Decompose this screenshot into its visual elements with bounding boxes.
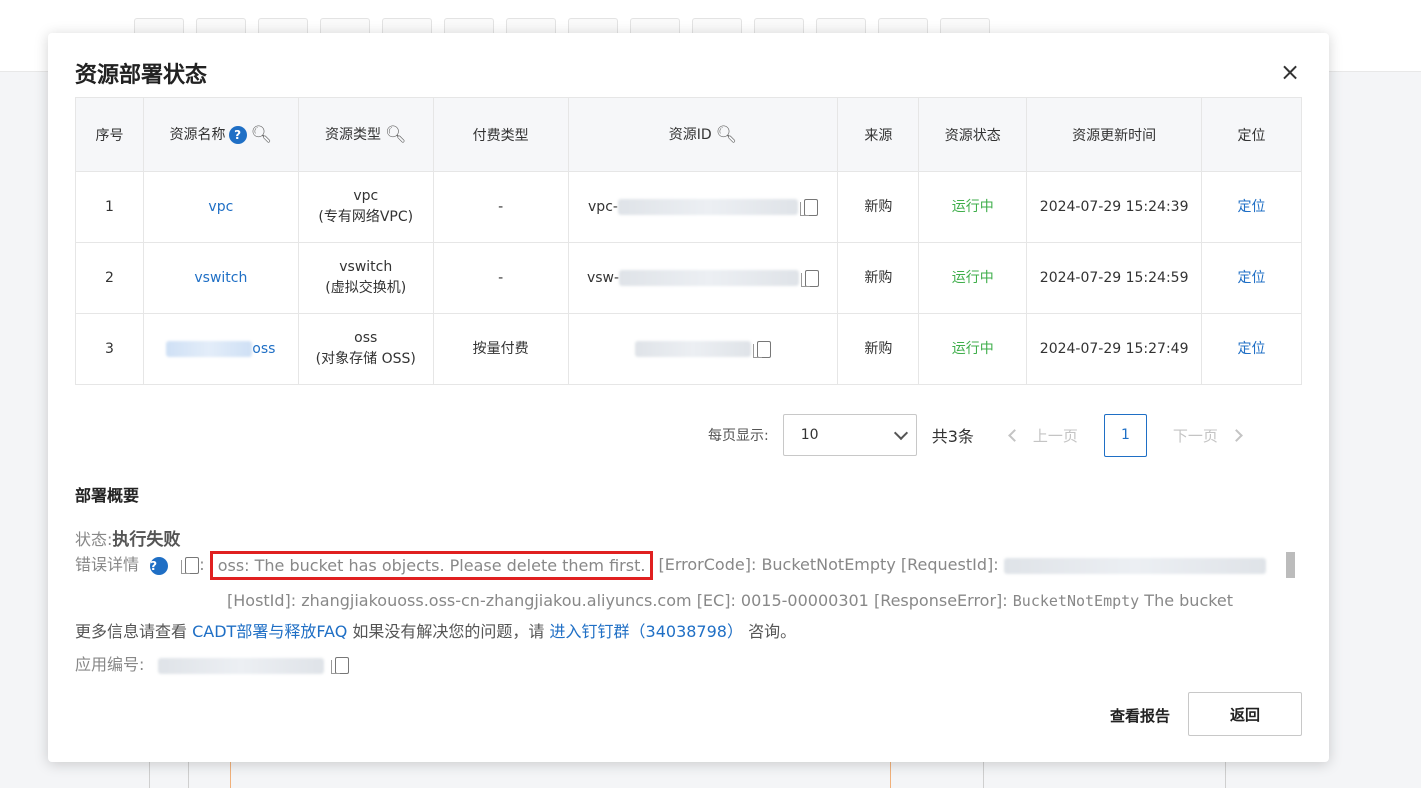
search-icon[interactable]: 🔍︎: [385, 125, 407, 145]
per-page-value: 10: [800, 427, 819, 443]
close-icon[interactable]: ×: [1277, 59, 1303, 85]
resource-table: 序号 资源名称? 🔍︎ 资源类型 🔍︎ 付费类型 资源ID 🔍︎ 来源 资源状态 资源…: [75, 97, 1302, 385]
redacted-app-id: [157, 657, 324, 674]
view-report-button[interactable]: 查看报告: [1110, 705, 1170, 726]
header-id: 资源ID 🔍︎: [567, 97, 839, 172]
cell-status: 运行中: [918, 242, 1028, 314]
resource-name-link[interactable]: vpc: [208, 199, 233, 215]
status-value: 执行失败: [112, 530, 181, 550]
table-row: 1 vpc vpc (专有网络VPC) - vpc- 新购 运行中 2024-07…: [75, 171, 1302, 243]
cell-status: 运行中: [918, 313, 1028, 385]
cell-id: [567, 313, 839, 385]
cell-type: vswitch (虚拟交换机): [297, 242, 434, 314]
back-button[interactable]: 返回: [1188, 692, 1302, 736]
cell-name: vswitch: [142, 242, 299, 314]
cell-updated: 2024-07-29 15:24:59: [1026, 242, 1203, 314]
error-highlight: oss: The bucket has objects. Please dele…: [209, 551, 654, 580]
total-count: 共3条: [931, 427, 974, 446]
app-id-label: 应用编号:: [75, 655, 145, 674]
cell-index: 3: [75, 313, 144, 385]
redacted-id: [619, 270, 800, 286]
copy-icon[interactable]: [801, 269, 820, 287]
faq-link[interactable]: CADT部署与释放FAQ: [192, 622, 347, 641]
status-label: 状态:: [75, 530, 113, 549]
table-row: 3 oss oss (对象存储 OSS) 按量付费 新购 运行中 2024-07-…: [75, 313, 1302, 385]
cell-type: vpc (专有网络VPC): [297, 171, 434, 243]
error-scrollbar[interactable]: [1286, 552, 1295, 578]
header-type: 资源类型 🔍︎: [297, 97, 434, 172]
table-header-row: 序号 资源名称? 🔍︎ 资源类型 🔍︎ 付费类型 资源ID 🔍︎ 来源 资源状态 资源…: [75, 97, 1302, 172]
cell-locate: 定位: [1201, 171, 1302, 243]
cell-name: oss: [142, 313, 299, 385]
cell-source: 新购: [837, 242, 920, 314]
per-page-label: 每页显示:: [708, 428, 769, 444]
cell-updated: 2024-07-29 15:24:39: [1026, 171, 1203, 243]
help-icon[interactable]: ?: [150, 556, 169, 575]
error-detail-text: [ErrorCode]: BucketNotEmpty [RequestId]:: [658, 555, 999, 574]
redacted-id: [634, 341, 751, 357]
redacted-name: [166, 340, 253, 357]
error-label: 错误详情: [75, 555, 140, 574]
cell-source: 新购: [837, 171, 920, 243]
chevron-down-icon: [893, 425, 908, 440]
cell-locate: 定位: [1201, 242, 1302, 314]
cell-index: 2: [75, 242, 144, 314]
copy-icon[interactable]: [181, 557, 200, 574]
next-page-button[interactable]: 下一页: [1173, 425, 1243, 446]
cell-billing: 按量付费: [432, 313, 569, 385]
status-running: 运行中: [951, 340, 994, 357]
header-updated: 资源更新时间: [1026, 97, 1203, 172]
copy-icon[interactable]: [330, 657, 349, 674]
resource-name-link[interactable]: vswitch: [194, 270, 247, 286]
header-locate: 定位: [1201, 97, 1302, 172]
redacted-id: [617, 199, 798, 215]
page-number-current[interactable]: 1: [1103, 413, 1147, 457]
cell-name: vpc: [142, 171, 299, 243]
help-icon[interactable]: ?: [228, 126, 247, 144]
search-icon[interactable]: 🔍︎: [251, 125, 273, 145]
error-row-2: [HostId]: zhangjiakouoss.oss-cn-zhangjia…: [227, 591, 1234, 610]
locate-link[interactable]: 定位: [1238, 199, 1266, 215]
deploy-status-modal: 资源部署状态 × 序号 资源名称? 🔍︎ 资源类型 🔍︎ 付费类型 资源ID 🔍︎ 来…: [48, 33, 1329, 762]
header-status: 资源状态: [918, 97, 1028, 172]
status-running: 运行中: [951, 198, 994, 215]
pagination: 每页显示: 10 共3条 上一页 1 下一页: [708, 413, 1243, 457]
header-billing: 付费类型: [432, 97, 569, 172]
locate-link[interactable]: 定位: [1238, 270, 1266, 286]
cell-source: 新购: [837, 313, 920, 385]
more-info-row: 更多信息请查看 CADT部署与释放FAQ 如果没有解决您的问题，请 进入钉钉群（…: [75, 622, 797, 641]
app-id-row: 应用编号:: [75, 651, 349, 675]
error-row: 错误详情 ? : oss: The bucket has objects. Pl…: [75, 551, 1266, 580]
header-source: 来源: [837, 97, 920, 172]
cell-locate: 定位: [1201, 313, 1302, 385]
table-row: 2 vswitch vswitch (虚拟交换机) - vsw- 新购 运行中 2…: [75, 242, 1302, 314]
redacted-request-id: [1003, 557, 1266, 574]
chevron-right-icon: [1230, 428, 1243, 442]
per-page-select[interactable]: 10: [782, 414, 917, 456]
copy-icon[interactable]: [752, 340, 771, 358]
cell-billing: -: [432, 242, 569, 314]
header-index: 序号: [75, 97, 144, 172]
locate-link[interactable]: 定位: [1238, 341, 1266, 357]
resource-name-link[interactable]: oss: [252, 341, 275, 357]
search-icon[interactable]: 🔍︎: [716, 125, 738, 145]
cell-id: vsw-: [567, 242, 839, 314]
chevron-left-icon: [1008, 428, 1021, 442]
header-name: 资源名称? 🔍︎: [142, 97, 299, 172]
copy-icon[interactable]: [799, 198, 818, 216]
dingtalk-group-link[interactable]: 进入钉钉群（34038798）: [550, 622, 743, 641]
status-row: 状态:执行失败: [75, 525, 180, 550]
cell-status: 运行中: [918, 171, 1028, 243]
cell-type: oss (对象存储 OSS): [297, 313, 434, 385]
cell-billing: -: [432, 171, 569, 243]
modal-title: 资源部署状态: [75, 63, 208, 88]
status-running: 运行中: [951, 269, 994, 286]
cell-updated: 2024-07-29 15:27:49: [1026, 313, 1203, 385]
summary-title: 部署概要: [75, 486, 140, 505]
cell-id: vpc-: [567, 171, 839, 243]
prev-page-button[interactable]: 上一页: [1008, 425, 1078, 446]
cell-index: 1: [75, 171, 144, 243]
